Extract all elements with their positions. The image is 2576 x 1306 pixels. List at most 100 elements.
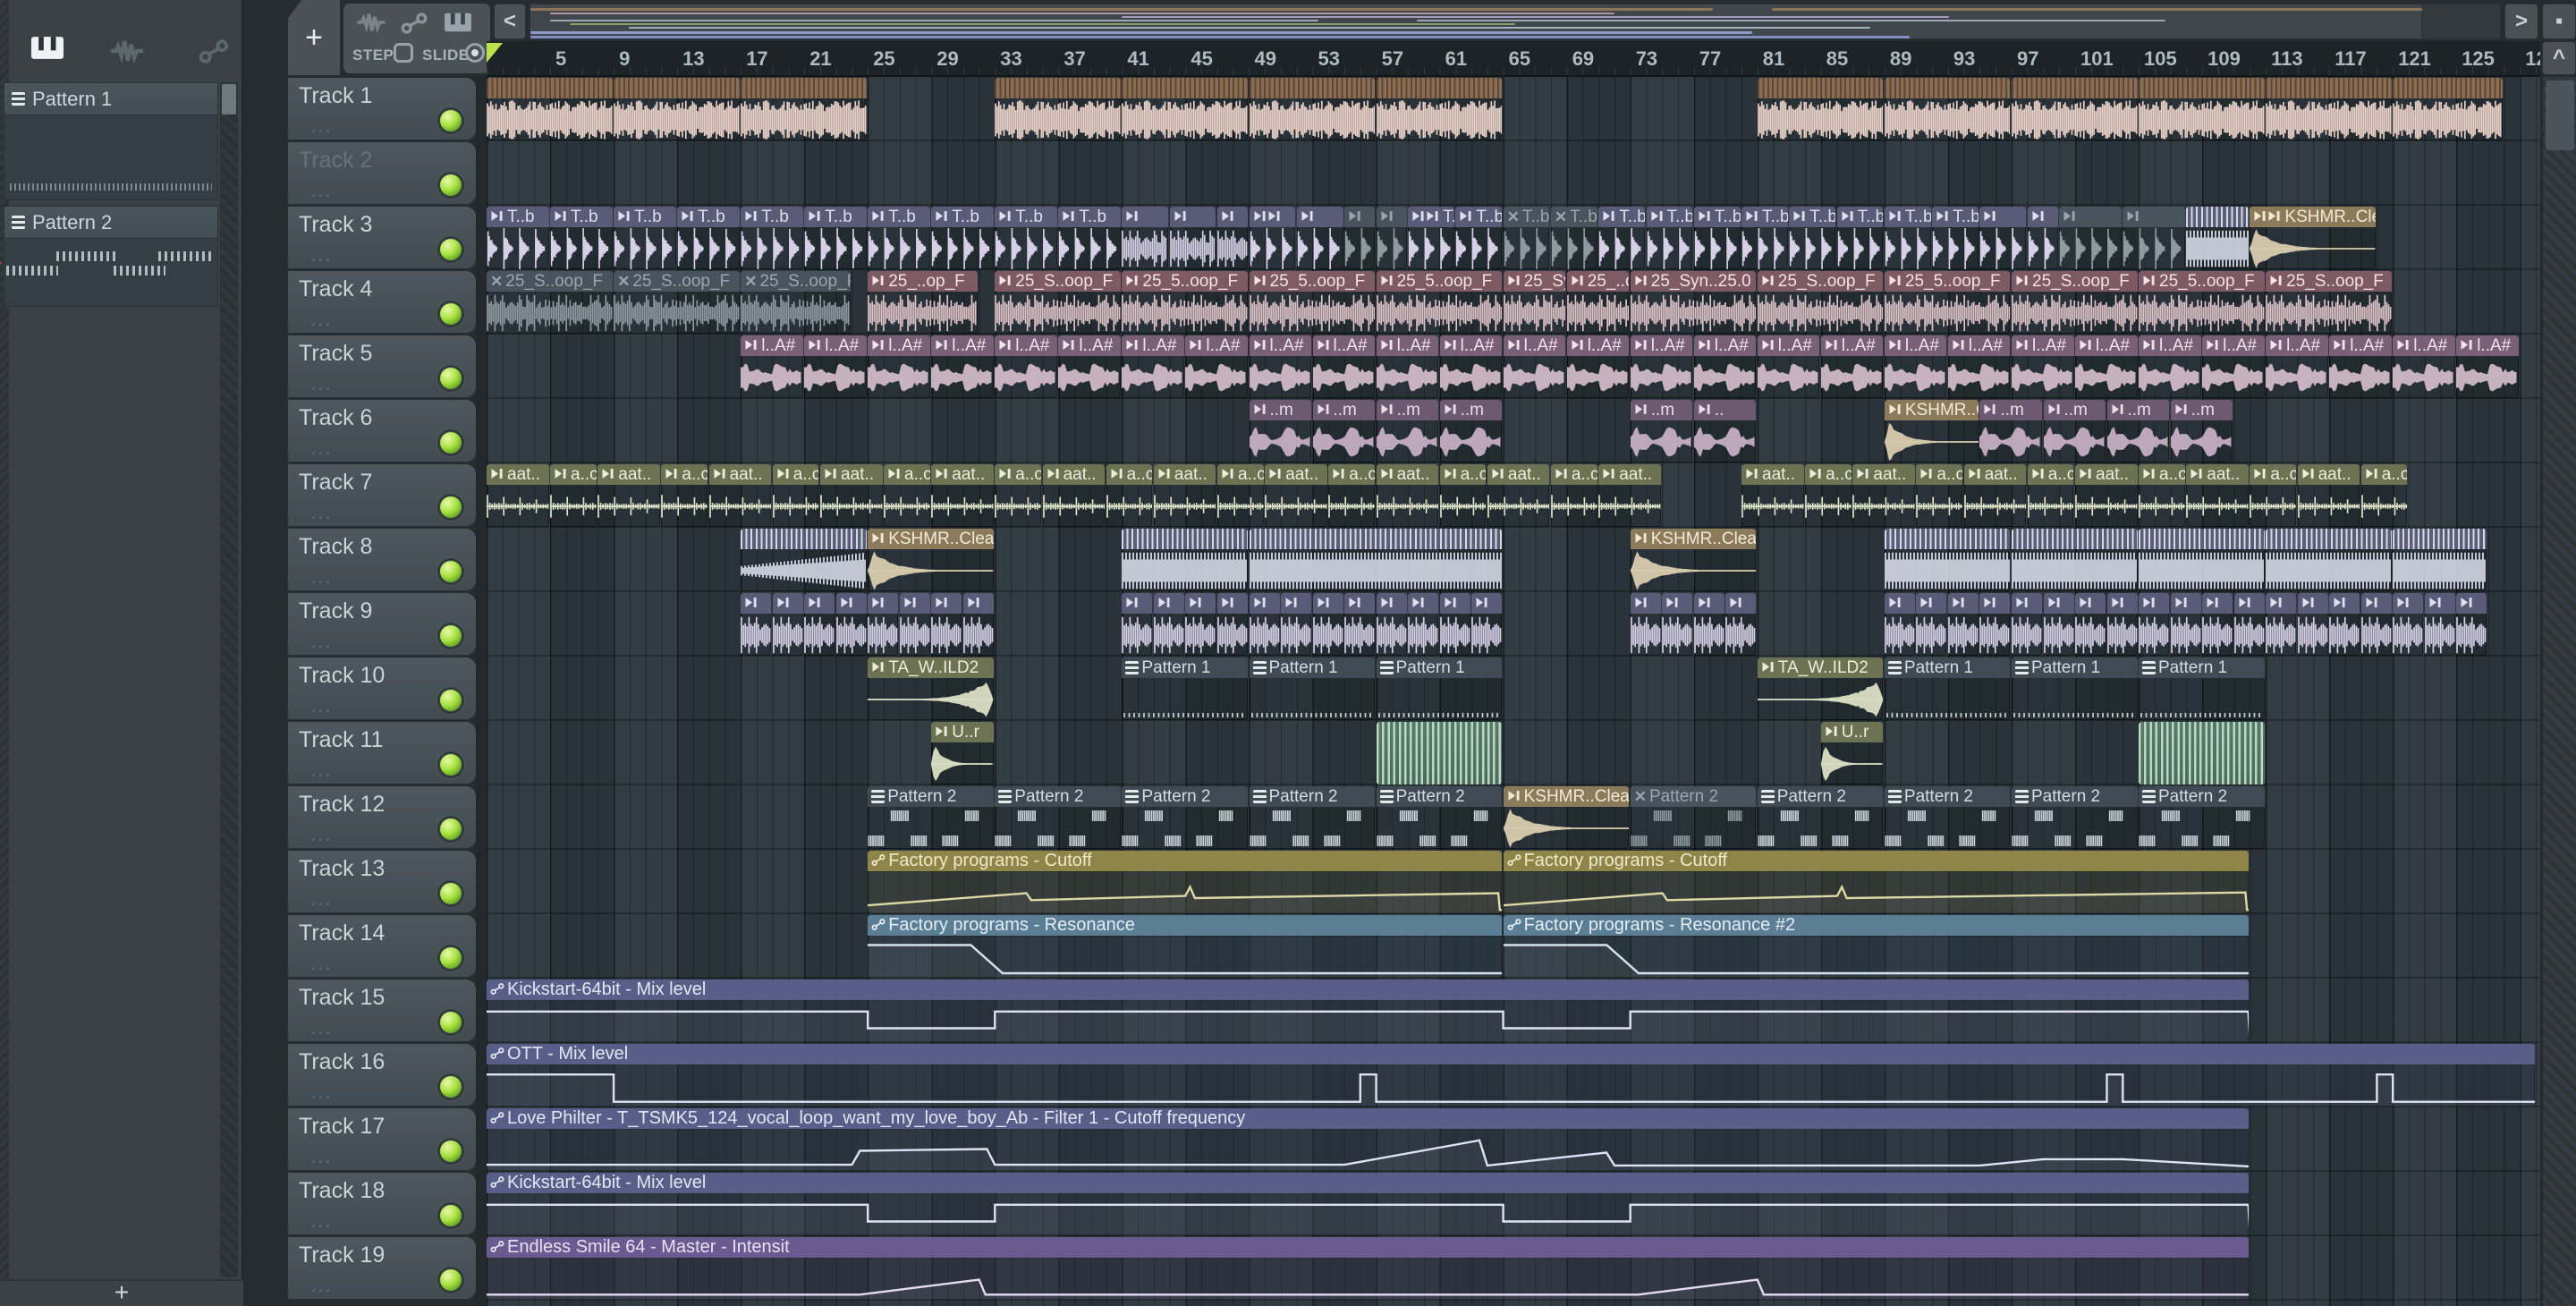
clip-header[interactable]: aat.. (708, 464, 772, 485)
clip-header[interactable]: Pattern 2 (995, 786, 1121, 807)
mute-led[interactable] (440, 174, 462, 196)
track-header[interactable]: Track 3 ... (288, 207, 476, 269)
audio-clip[interactable] (1281, 593, 1311, 656)
clip-header[interactable]: ..m (1630, 400, 1693, 420)
clip-header[interactable]: ..m (2106, 400, 2169, 420)
audio-clip[interactable] (1169, 207, 1216, 269)
track-menu-dots[interactable]: ... (311, 762, 333, 781)
clip-header[interactable]: aat.. (1598, 464, 1661, 485)
audio-clip[interactable]: aat.. (820, 464, 883, 527)
clip-header[interactable]: T..b (1789, 207, 1836, 227)
clip-header[interactable] (1408, 593, 1439, 614)
audio-clip[interactable]: ..m (1979, 400, 2042, 462)
track-header[interactable]: Track 14 ... (288, 915, 476, 978)
track-header[interactable]: Track 6 ... (288, 400, 476, 462)
clip-header[interactable]: a..c (995, 464, 1042, 485)
audio-clip[interactable] (2360, 593, 2392, 656)
audio-clip[interactable] (2424, 593, 2455, 656)
automation-clip-header[interactable]: Love Philter - T_TSMK5_124_vocal_loop_wa… (487, 1108, 2249, 1129)
clip-header[interactable]: ..m (2170, 400, 2233, 420)
automation-curve-area[interactable] (487, 1001, 2249, 1042)
audio-clip[interactable] (487, 78, 613, 140)
audio-clip[interactable]: T..b (1884, 207, 1931, 269)
clip-header[interactable]: 25_S..oop_F (2012, 271, 2138, 292)
clip-header[interactable]: l..A# (1693, 335, 1757, 356)
clip-header[interactable]: T..b (614, 207, 676, 227)
automation-clip-header[interactable]: Endless Smile 64 - Master - Intensit (487, 1237, 2249, 1258)
audio-clip[interactable]: l..A# (1820, 335, 1884, 398)
audio-clip[interactable]: l..A# (1947, 335, 2011, 398)
audio-clip[interactable]: l..A# (1312, 335, 1375, 398)
timeline-minimap[interactable] (530, 4, 2501, 39)
clip-header[interactable]: l..A# (804, 335, 867, 356)
clip-header[interactable] (899, 593, 930, 614)
track-header[interactable]: Track 9 ... (288, 593, 476, 656)
audio-clip[interactable] (1249, 78, 1376, 140)
clip-header[interactable] (614, 78, 740, 98)
track-menu-dots[interactable]: ... (311, 1213, 333, 1232)
audio-clip[interactable]: KSHMR..Clean (868, 529, 994, 591)
automation-clip-header[interactable]: Factory programs - Cutoff (1503, 851, 2249, 871)
audio-clip[interactable]: 25_..op_F (1566, 271, 1630, 334)
clip-header[interactable]: Pattern 2 (1884, 786, 2011, 807)
audio-clip[interactable]: T..b (550, 207, 613, 269)
clip-header[interactable]: l..A# (2012, 335, 2074, 356)
clip-header[interactable]: aat.. (820, 464, 883, 485)
playback-start-marker-icon[interactable] (487, 43, 503, 63)
audio-clip[interactable]: l..A# (2456, 335, 2519, 398)
audio-clip[interactable]: l..A# (2329, 335, 2392, 398)
audio-clip[interactable] (1725, 593, 1757, 656)
clip-header[interactable] (2123, 207, 2185, 227)
clip-header[interactable]: Pattern 2 (1376, 786, 1503, 807)
clip-header[interactable] (2297, 593, 2328, 614)
audio-clip[interactable] (1979, 593, 2011, 656)
audio-clip[interactable]: T..b (1598, 207, 1645, 269)
picker-scrollbar-thumb[interactable] (222, 84, 236, 114)
mute-led[interactable] (440, 625, 462, 647)
track-menu-dots[interactable]: ... (311, 311, 333, 330)
pattern-clip[interactable]: Pattern 1 (1122, 657, 1248, 720)
automation-clip[interactable]: Factory programs - Resonance (868, 915, 1503, 978)
clip-header[interactable] (1884, 78, 2011, 98)
audio-clip[interactable]: T..b (1408, 207, 1454, 269)
step-checkbox[interactable] (394, 43, 413, 63)
automation-curve-area[interactable] (487, 1130, 2249, 1171)
clip-header[interactable] (1122, 593, 1153, 614)
clip-header[interactable]: Pattern 1 (1376, 657, 1503, 678)
audio-clip[interactable]: l..A# (2202, 335, 2265, 398)
audio-clip[interactable] (1662, 593, 1693, 656)
clip-header[interactable]: aat.. (1042, 464, 1106, 485)
audio-clip[interactable] (1312, 593, 1343, 656)
mute-led[interactable] (440, 754, 462, 776)
clip-header[interactable] (1884, 593, 1915, 614)
clip-header[interactable]: Pattern 1 (1884, 657, 2011, 678)
mute-led[interactable] (440, 303, 462, 325)
clip-header[interactable]: aat.. (1852, 464, 1915, 485)
clip-header[interactable] (2233, 593, 2265, 614)
clip-header[interactable]: l..A# (1503, 335, 1566, 356)
clip-header[interactable]: l..A# (1312, 335, 1375, 356)
clip-header[interactable]: l..A# (1439, 335, 1503, 356)
track-menu-dots[interactable]: ... (311, 891, 333, 910)
audio-clip[interactable]: aat.. (597, 464, 660, 527)
track-menu-dots[interactable]: ... (311, 376, 333, 394)
audio-clip[interactable] (1979, 207, 2027, 269)
clip-header[interactable]: aat.. (1265, 464, 1327, 485)
audio-clip[interactable] (835, 593, 867, 656)
clip-header[interactable]: a..c (550, 464, 597, 485)
audio-clip[interactable] (995, 78, 1121, 140)
audio-clip[interactable]: T..b (1741, 207, 1788, 269)
audio-clip[interactable] (1122, 207, 1169, 269)
clip-header[interactable]: 25_..op_F (868, 271, 978, 292)
track-header[interactable]: Track 7 ... (288, 464, 476, 527)
clip-header[interactable]: ..m (1439, 400, 1503, 420)
audio-clip[interactable]: ..m (2043, 400, 2106, 462)
mute-led[interactable] (440, 432, 462, 454)
piano-roll-icon[interactable] (444, 13, 472, 37)
audio-clip[interactable] (1185, 593, 1216, 656)
track-menu-dots[interactable]: ... (311, 182, 333, 201)
audio-clip[interactable]: ..m (2106, 400, 2169, 462)
scroll-up-button[interactable]: ^ (2542, 41, 2576, 75)
audio-clip[interactable]: aat.. (2186, 464, 2249, 527)
clip-header[interactable]: aat.. (1487, 464, 1550, 485)
